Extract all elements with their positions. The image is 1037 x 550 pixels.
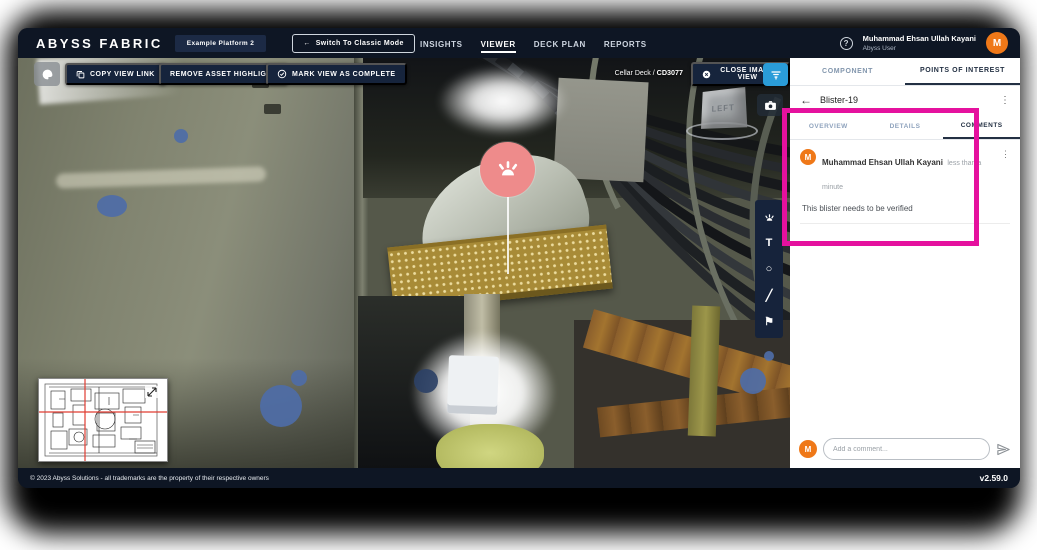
comment-input-row: M (790, 430, 1020, 468)
camera-icon (764, 100, 777, 111)
tab-component[interactable]: COMPONENT (790, 58, 905, 85)
comment-input[interactable] (823, 438, 990, 460)
comment-text: This blister needs to be verified (802, 204, 1010, 213)
lamp-tool-icon[interactable] (755, 204, 783, 230)
minimap-floorplan (39, 379, 167, 461)
photo-olive-pipe (688, 306, 721, 437)
main-nav: INSIGHTS VIEWER DECK PLAN REPORTS (420, 28, 647, 58)
marker-leader-line (507, 196, 509, 274)
blister-icon (495, 157, 521, 183)
deck-plan-minimap[interactable] (38, 378, 168, 462)
user-avatar[interactable]: M (986, 32, 1008, 54)
tab-details[interactable]: DETAILS (867, 114, 944, 139)
annotation-dot[interactable] (260, 385, 302, 427)
right-sidebar-panel: COMPONENT POINTS OF INTEREST ← Blister-1… (790, 58, 1020, 468)
footer-bar: © 2023 Abyss Solutions - all trademarks … (18, 468, 1020, 488)
photo-ceiling-light (438, 66, 568, 136)
deck-location-label: Cellar Deck / CD3077 (578, 68, 683, 77)
switch-classic-mode-label: Switch To Classic Mode (316, 40, 404, 47)
nav-insights[interactable]: INSIGHTS (420, 30, 463, 57)
tab-overview[interactable]: OVERVIEW (790, 114, 867, 139)
flag-tool-icon[interactable]: ⚑ (755, 308, 783, 334)
app-window: ABYSS FABRIC Example Platform 2 ← Switch… (18, 28, 1020, 488)
comments-list: M Muhammad Ehsan Ullah Kayani less than … (790, 140, 1020, 430)
poi-sub-tab-bar: OVERVIEW DETAILS COMMENTS (790, 114, 1020, 140)
copy-view-link-label: COPY VIEW LINK (90, 71, 155, 78)
back-icon[interactable]: ← (800, 93, 812, 107)
annotation-dot[interactable] (174, 129, 188, 143)
nav-viewer[interactable]: VIEWER (481, 30, 516, 57)
help-icon[interactable]: ? (840, 37, 853, 50)
line-tool-icon[interactable]: ╱ (755, 282, 783, 308)
switch-classic-mode-button[interactable]: ← Switch To Classic Mode (292, 34, 414, 53)
tab-points-of-interest[interactable]: POINTS OF INTEREST (905, 58, 1020, 85)
filter-icon (770, 69, 782, 81)
annotation-dot[interactable] (97, 195, 127, 217)
palette-button[interactable] (34, 62, 60, 86)
nav-deck-plan[interactable]: DECK PLAN (534, 30, 586, 57)
top-header-bar: ABYSS FABRIC Example Platform 2 ← Switch… (18, 28, 1020, 58)
send-comment-button[interactable] (996, 442, 1011, 457)
copy-icon (76, 70, 85, 79)
camera-button[interactable] (757, 94, 783, 116)
poi-title: Blister-19 (820, 95, 992, 105)
image-code: CD3077 (657, 68, 683, 77)
annotation-dot[interactable] (764, 351, 774, 361)
comment-author: Muhammad Ehsan Ullah Kayani (822, 158, 943, 167)
comment-divider (800, 223, 1010, 224)
photo-equipment-box (447, 355, 499, 415)
photo-green-tank (436, 424, 544, 468)
tab-comments[interactable]: COMMENTS (943, 114, 1020, 139)
minimap-expand-icon (145, 386, 159, 398)
comment-item: M Muhammad Ehsan Ullah Kayani less than … (800, 149, 1010, 197)
annotation-dot[interactable] (740, 368, 766, 394)
orientation-cube[interactable]: LEFT (701, 87, 747, 129)
filter-button[interactable] (763, 63, 788, 86)
photo-door-hinge (264, 104, 281, 114)
screenshot-stage: ABYSS FABRIC Example Platform 2 ← Switch… (0, 0, 1037, 550)
poi-kebab-menu-icon[interactable]: ⋮ (1000, 95, 1010, 106)
mark-view-complete-label: MARK VIEW AS COMPLETE (292, 71, 396, 78)
send-icon (996, 442, 1011, 457)
user-meta: Muhammad Ehsan Ullah Kayani Abyss User (863, 34, 976, 52)
nav-reports[interactable]: REPORTS (604, 30, 647, 57)
annotation-dot[interactable] (414, 369, 438, 393)
copyright-text: © 2023 Abyss Solutions - all trademarks … (30, 475, 269, 482)
close-icon (702, 69, 711, 80)
text-tool-icon[interactable]: T (755, 230, 783, 256)
check-circle-icon (277, 69, 287, 79)
panoramic-image-viewer[interactable]: COPY VIEW LINK REMOVE ASSET HIGHLIGHT MA… (18, 58, 790, 468)
copy-view-link-button[interactable]: COPY VIEW LINK (65, 63, 166, 85)
platform-selector[interactable]: Example Platform 2 (175, 35, 267, 52)
annotation-dot[interactable] (291, 370, 307, 386)
comment-meta: Muhammad Ehsan Ullah Kayani less than a … (822, 149, 995, 197)
header-right: ? Muhammad Ehsan Ullah Kayani Abyss User… (840, 28, 1008, 58)
input-avatar: M (799, 440, 817, 458)
user-role: Abyss User (863, 45, 976, 52)
version-label: v2.59.0 (980, 473, 1008, 483)
poi-header: ← Blister-19 ⋮ (790, 86, 1020, 114)
user-name: Muhammad Ehsan Ullah Kayani (863, 34, 976, 43)
photo-concrete-block (553, 78, 648, 183)
palette-icon (41, 68, 54, 81)
comment-avatar: M (800, 149, 816, 165)
comment-kebab-menu-icon[interactable]: ⋮ (1001, 149, 1010, 197)
mark-view-complete-button[interactable]: MARK VIEW AS COMPLETE (266, 63, 407, 85)
remove-asset-highlight-label: REMOVE ASSET HIGHLIGHT (170, 71, 277, 78)
app-logo: ABYSS FABRIC (36, 36, 163, 51)
back-arrow-icon: ← (303, 40, 310, 47)
blister-marker[interactable] (480, 142, 535, 197)
panel-tab-bar: COMPONENT POINTS OF INTEREST (790, 58, 1020, 86)
circle-tool-icon[interactable]: ○ (755, 256, 783, 282)
viewer-tool-column: T ○ ╱ ⚑ (755, 200, 783, 338)
orientation-cube-widget: LEFT (690, 86, 754, 142)
